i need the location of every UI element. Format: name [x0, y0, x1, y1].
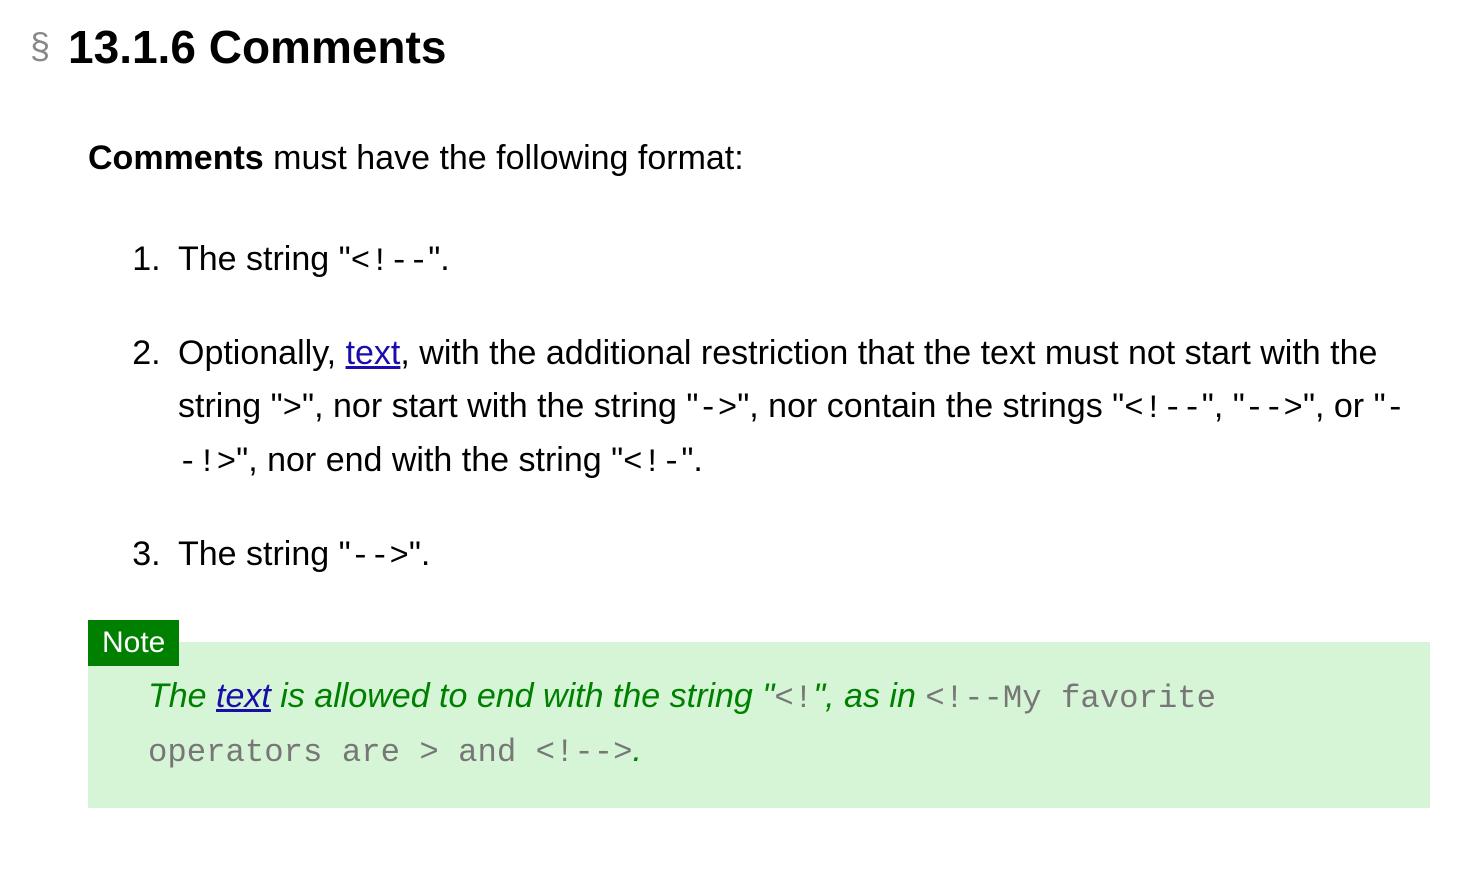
note-a: The — [148, 677, 216, 715]
rule3-b: ". — [409, 535, 431, 573]
rule2-d: ", nor contain the strings " — [737, 387, 1124, 425]
rule3-a: The string " — [178, 535, 351, 573]
rules-list: The string "<!--". Optionally, text, wit… — [130, 233, 1430, 582]
rule2-e: ", " — [1202, 387, 1245, 425]
note-b: is allowed to end with the string " — [271, 677, 774, 715]
rule1-b: ". — [428, 240, 450, 278]
rule-item-3: The string "-->". — [170, 528, 1430, 582]
note-code1: <! — [774, 680, 813, 717]
intro-term: Comments — [88, 139, 264, 177]
rule2-f: ", or " — [1303, 387, 1386, 425]
rule2-h: ". — [681, 441, 703, 479]
rule2-a: Optionally, — [178, 334, 346, 372]
note-badge: Note — [88, 620, 179, 666]
intro-paragraph: Comments must have the following format: — [88, 135, 1430, 183]
intro-rest: must have the following format: — [264, 139, 744, 177]
rule-item-2: Optionally, text, with the additional re… — [170, 327, 1430, 488]
rule2-c6: <!- — [623, 444, 681, 481]
rule2-c2: -> — [698, 390, 737, 427]
note-body: The text is allowed to end with the stri… — [148, 670, 1400, 778]
note-c: ", as in — [813, 677, 925, 715]
rule2-c4: --> — [1245, 390, 1303, 427]
section-mark-icon[interactable]: § — [30, 20, 50, 67]
rule1-a: The string " — [178, 240, 351, 278]
note-text-link[interactable]: text — [216, 677, 271, 715]
section-heading: 13.1.6 Comments — [68, 20, 446, 75]
rule1-code: <!-- — [351, 243, 429, 280]
section-title: Comments — [209, 21, 447, 73]
section-number: 13.1.6 — [68, 21, 196, 73]
rule2-c: ", nor start with the string " — [302, 387, 698, 425]
rule2-c3: <!-- — [1124, 390, 1202, 427]
rule3-code: --> — [351, 538, 409, 575]
rule2-text-link[interactable]: text — [346, 334, 401, 372]
note-d: . — [633, 731, 642, 769]
rule-item-1: The string "<!--". — [170, 233, 1430, 287]
rule2-g: ", nor end with the string " — [236, 441, 623, 479]
rule2-c1: > — [283, 390, 302, 427]
note-block: Note The text is allowed to end with the… — [88, 642, 1430, 808]
